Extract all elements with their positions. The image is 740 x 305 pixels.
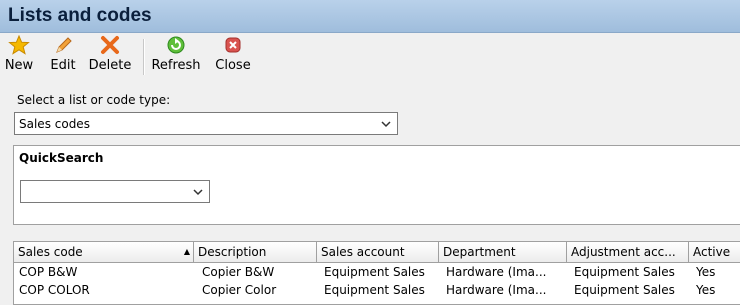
table-row[interactable]: COP COLOR Copier Color Equipment Sales H… xyxy=(14,281,740,299)
grid-header: Sales code ▲ Description Sales account D… xyxy=(14,242,740,263)
delete-label: Delete xyxy=(88,58,132,73)
new-label: New xyxy=(4,58,34,73)
refresh-button[interactable]: Refresh xyxy=(150,35,202,79)
table-row[interactable]: COP B&W Copier B&W Equipment Sales Hardw… xyxy=(14,263,740,281)
title-bar: Lists and codes xyxy=(0,0,740,33)
sales-codes-grid: Sales code ▲ Description Sales account D… xyxy=(13,241,740,305)
pencil-icon xyxy=(56,37,72,53)
sales-code-cell: COP COLOR xyxy=(19,283,90,297)
sales-account-cell: Equipment Sales xyxy=(324,283,425,297)
column-header-department[interactable]: Department xyxy=(439,242,567,262)
delete-button[interactable]: Delete xyxy=(86,35,134,79)
star-icon xyxy=(8,35,30,55)
chevron-down-icon xyxy=(193,189,203,196)
page-title: Lists and codes xyxy=(8,5,152,26)
close-button[interactable]: Close xyxy=(213,35,253,79)
delete-x-icon xyxy=(101,36,119,54)
list-type-value: Sales codes xyxy=(19,117,90,131)
column-header-description[interactable]: Description xyxy=(194,242,317,262)
new-button[interactable]: New xyxy=(4,35,34,79)
description-cell: Copier B&W xyxy=(202,265,275,279)
refresh-icon xyxy=(167,36,185,54)
column-header-active[interactable]: Active xyxy=(689,242,740,262)
toolbar: New Edit Delete Refresh Close xyxy=(0,33,740,81)
description-cell: Copier Color xyxy=(202,283,277,297)
sales-account-cell: Equipment Sales xyxy=(324,265,425,279)
quicksearch-title: QuickSearch xyxy=(19,151,104,165)
chevron-down-icon xyxy=(381,121,391,128)
list-type-select[interactable]: Sales codes xyxy=(14,112,398,135)
edit-label: Edit xyxy=(50,58,76,73)
refresh-label: Refresh xyxy=(151,58,201,73)
adjustment-account-cell: Equipment Sales xyxy=(574,283,675,297)
sort-up-icon: ▲ xyxy=(183,247,190,256)
list-type-label: Select a list or code type: xyxy=(17,93,171,107)
active-cell: Yes xyxy=(696,265,716,279)
close-label: Close xyxy=(215,58,251,73)
active-cell: Yes xyxy=(696,283,716,297)
column-header-sales-account[interactable]: Sales account xyxy=(317,242,439,262)
close-icon xyxy=(225,37,241,53)
sales-code-cell: COP B&W xyxy=(19,265,78,279)
column-header-sales-code[interactable]: Sales code ▲ xyxy=(14,242,194,262)
quicksearch-select[interactable] xyxy=(20,180,210,203)
column-header-adjustment-account[interactable]: Adjustment acc... xyxy=(567,242,689,262)
department-cell: Hardware (Ima... xyxy=(446,265,547,279)
department-cell: Hardware (Ima... xyxy=(446,283,547,297)
adjustment-account-cell: Equipment Sales xyxy=(574,265,675,279)
toolbar-separator xyxy=(143,39,145,75)
quicksearch-panel: QuickSearch xyxy=(13,145,740,225)
edit-button[interactable]: Edit xyxy=(48,35,78,79)
